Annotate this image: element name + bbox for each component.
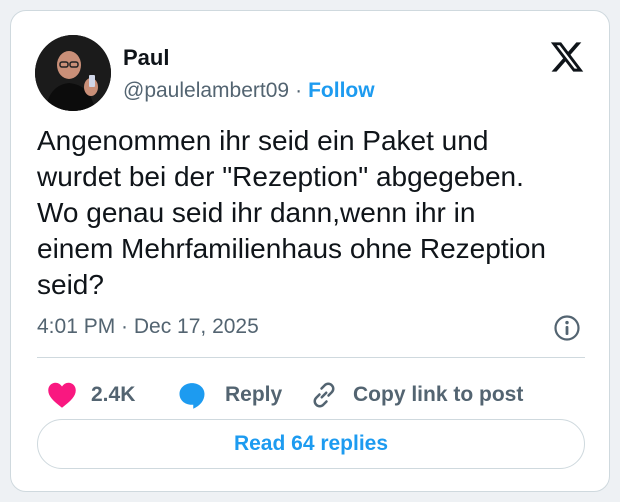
- heart-icon: [47, 381, 77, 409]
- tweet-text-line: Wo genau seid ihr dann,wenn ihr in: [37, 197, 476, 228]
- author-name[interactable]: Paul: [123, 45, 169, 71]
- tweet-text: Angenommen ihr seid ein Paket und wurdet…: [37, 123, 597, 303]
- tweet-text-line: Angenommen ihr seid ein Paket und: [37, 125, 489, 156]
- tweet-text-line: einem Mehrfamilienhaus ohne Rezeption: [37, 233, 546, 264]
- tweet-card: Paul @paulelambert09 · Follow Angenommen i…: [10, 10, 610, 492]
- x-logo-icon[interactable]: [549, 39, 585, 75]
- follow-button[interactable]: Follow: [308, 79, 375, 102]
- link-icon: [309, 380, 339, 410]
- author-handle[interactable]: @paulelambert09: [123, 79, 289, 102]
- tweet-timestamp[interactable]: 4:01 PM · Dec 17, 2025: [37, 313, 259, 341]
- handle-row: @paulelambert09 · Follow: [123, 77, 375, 105]
- reply-button[interactable]: Reply: [177, 373, 282, 417]
- reply-bubble-icon: [177, 380, 207, 410]
- separator-dot: ·: [295, 79, 303, 102]
- copy-link-label: Copy link to post: [353, 383, 524, 406]
- divider: [37, 357, 585, 358]
- like-button[interactable]: 2.4K: [47, 373, 135, 417]
- tweet-text-line: seid?: [37, 269, 104, 300]
- likes-count: 2.4K: [91, 383, 136, 406]
- copy-link-button[interactable]: Copy link to post: [309, 373, 523, 417]
- tweet-text-line: wurdet bei der "Rezeption" abgegeben.: [37, 161, 524, 192]
- info-icon[interactable]: [553, 314, 581, 342]
- action-bar: 2.4K Reply Copy link to post: [37, 373, 597, 417]
- avatar[interactable]: [35, 35, 111, 111]
- read-replies-button[interactable]: Read 64 replies: [37, 419, 585, 469]
- reply-label: Reply: [225, 383, 283, 406]
